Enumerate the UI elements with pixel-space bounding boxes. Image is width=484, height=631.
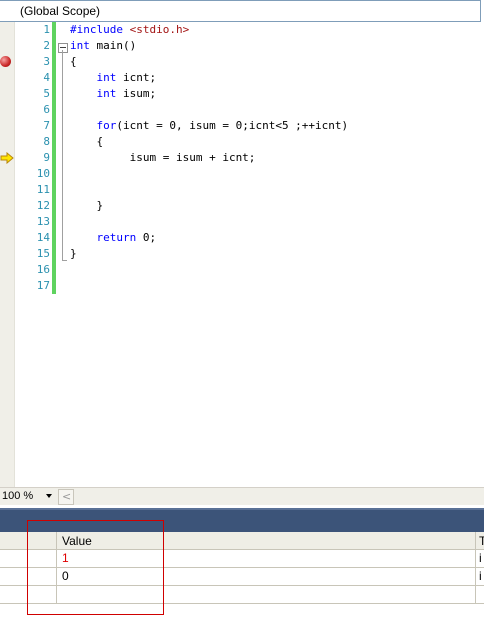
line-number: 14: [36, 231, 50, 244]
scroll-left-button[interactable]: <: [58, 489, 74, 505]
code-line[interactable]: isum = isum + icnt;: [70, 150, 256, 166]
line-number: 7: [43, 119, 50, 132]
code-keyword: for: [96, 119, 117, 132]
changed-lines-indicator: [52, 22, 56, 294]
code-token: {: [70, 55, 77, 68]
indicator-margin[interactable]: [0, 22, 15, 487]
line-number: 13: [36, 215, 50, 228]
zoom-bar: 100 % <: [0, 487, 484, 505]
line-number: 9: [43, 151, 50, 164]
code-token: (icnt = 0, isum = 0;icnt<5 ;++icnt): [116, 119, 349, 132]
scope-dropdown[interactable]: (Global Scope): [0, 0, 481, 22]
outline-end: [62, 260, 67, 261]
code-token: }: [70, 199, 104, 212]
code-token: {: [70, 135, 104, 148]
scope-bar: (Global Scope): [0, 0, 484, 22]
chevron-left-icon: <: [62, 490, 72, 503]
code-line[interactable]: {: [70, 54, 77, 70]
breakpoint-icon[interactable]: [0, 56, 11, 67]
code-line[interactable]: }: [70, 198, 103, 214]
current-statement-arrow-icon: [0, 152, 14, 164]
outline-line: [62, 50, 63, 260]
code-token: isum = isum + icnt;: [70, 151, 256, 164]
line-number: 10: [36, 167, 50, 180]
line-number: 1: [43, 23, 50, 36]
line-number: 2: [43, 39, 50, 52]
code-line[interactable]: }: [70, 246, 77, 262]
code-token: isum;: [116, 87, 157, 100]
line-number: 16: [36, 263, 50, 276]
watch-type: i: [479, 569, 482, 583]
code-token: 0;: [136, 231, 157, 244]
code-keyword: int: [96, 87, 117, 100]
zoom-dropdown-icon[interactable]: [46, 494, 52, 498]
code-string: <stdio.h>: [129, 23, 190, 36]
code-keyword: return: [96, 231, 137, 244]
code-keyword: int: [96, 71, 117, 84]
scope-label: (Global Scope): [20, 4, 101, 18]
code-token: }: [70, 247, 77, 260]
column-separator[interactable]: [475, 532, 476, 604]
highlight-annotation: [27, 520, 164, 615]
code-line[interactable]: int icnt;: [70, 70, 157, 86]
line-number: 15: [36, 247, 50, 260]
line-number: 4: [43, 71, 50, 84]
code-line[interactable]: {: [70, 134, 103, 150]
line-number: 5: [43, 87, 50, 100]
column-header-type[interactable]: T: [479, 534, 484, 548]
zoom-level[interactable]: 100 %: [2, 490, 33, 502]
code-line[interactable]: int isum;: [70, 86, 157, 102]
code-keyword: int: [70, 39, 90, 52]
code-line[interactable]: for(icnt = 0, isum = 0;icnt<5 ;++icnt): [70, 118, 349, 134]
collapse-toggle-icon[interactable]: [58, 43, 68, 53]
code-token: main(): [89, 39, 137, 52]
line-number: 17: [36, 279, 50, 292]
code-token: icnt;: [116, 71, 157, 84]
code-line[interactable]: return 0;: [70, 230, 157, 246]
code-keyword: #include: [70, 23, 130, 36]
code-line[interactable]: int main(): [70, 38, 136, 54]
code-editor[interactable]: 1 2 3 4 5 6 7 8 9 10 11 12 13 14 15 16 17 #include <stdi…: [0, 22, 484, 487]
code-line[interactable]: #include <stdio.h>: [70, 22, 189, 38]
line-number: 12: [36, 199, 50, 212]
line-number: 6: [43, 103, 50, 116]
line-number: 11: [36, 183, 50, 196]
watch-type: i: [479, 551, 482, 565]
line-number: 8: [43, 135, 50, 148]
line-number: 3: [43, 55, 50, 68]
